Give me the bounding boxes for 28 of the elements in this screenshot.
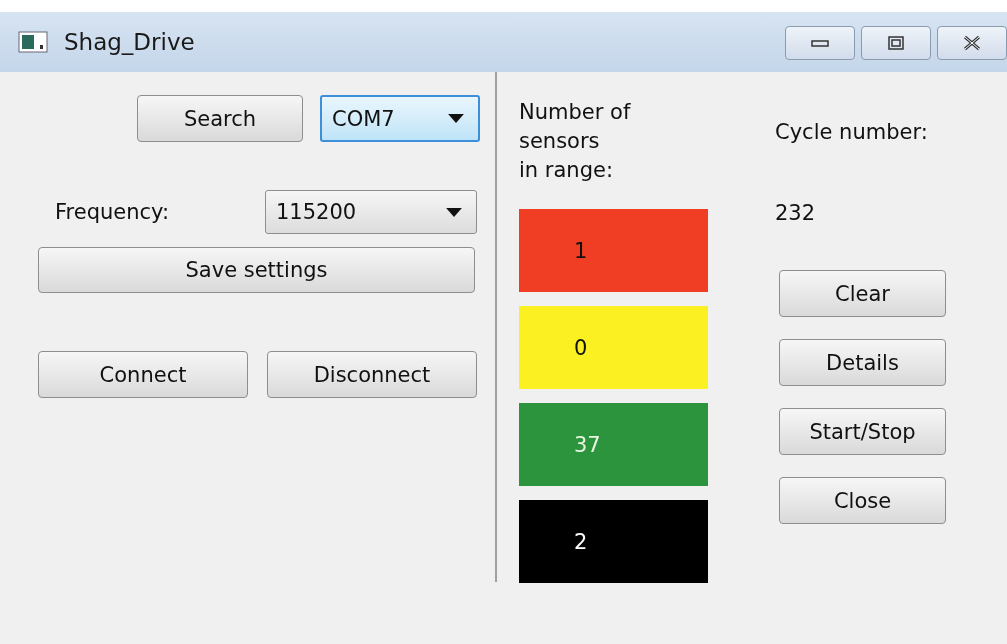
frequency-dropdown[interactable]: 115200 [265,190,477,234]
action-button[interactable]: Close [779,477,946,524]
sensor-count: 0 [574,335,588,360]
close-button[interactable] [937,26,1007,60]
close-icon [962,35,982,51]
maximize-button[interactable] [861,26,931,60]
sensor-count: 37 [574,432,601,457]
window-title: Shag_Drive [64,29,196,55]
port-dropdown[interactable]: COM7 [320,95,480,142]
maximize-icon [886,35,906,51]
minimize-icon [810,38,830,48]
cycle-label: Cycle number: [775,120,929,144]
action-button[interactable]: Clear [779,270,946,317]
disconnect-button[interactable]: Disconnect [267,351,477,398]
search-button[interactable]: Search [137,95,303,142]
dropdown-arrow-icon [446,207,462,217]
sensor-count: 1 [574,238,588,263]
save-settings-button[interactable]: Save settings [38,247,475,293]
dropdown-arrow-icon [448,114,464,123]
connect-button[interactable]: Connect [38,351,248,398]
sensors-label: Number of sensors in range: [519,99,632,184]
app-icon [18,31,48,53]
action-button[interactable]: Details [779,339,946,386]
cycle-value: 232 [775,201,817,225]
sensor-count: 2 [574,529,588,554]
minimize-button[interactable] [785,26,855,60]
frequency-label: Frequency: [55,200,170,224]
action-button[interactable]: Start/Stop [779,408,946,455]
